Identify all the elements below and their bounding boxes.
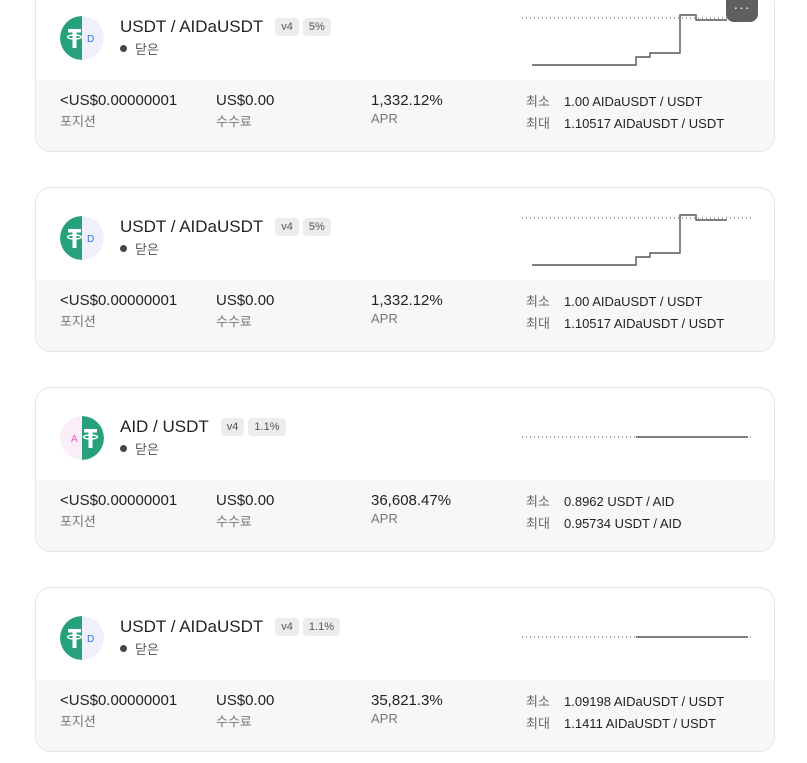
max-label: 최대 bbox=[526, 116, 550, 131]
pair-label: AID / USDT bbox=[120, 417, 209, 436]
version-badge: v4 bbox=[220, 418, 245, 436]
usdt-aidausdt-token-icon: D bbox=[60, 16, 104, 60]
apr-value: 35,821.3% bbox=[371, 692, 443, 709]
version-badge: v4 bbox=[275, 218, 299, 236]
fee-tier-badge: 1.1% bbox=[302, 618, 340, 636]
max-price: 최대 1.10517 AIDaUSDT / USDT bbox=[526, 113, 724, 132]
position-card[interactable]: D USDT / AIDaUSDT v4 5% 닫은 ··· <US$0.000… bbox=[35, 0, 775, 152]
status-label: 닫은 bbox=[135, 642, 159, 657]
min-value: 1.09198 AIDaUSDT / USDT bbox=[564, 694, 725, 709]
position-card[interactable]: A AID / USDT v4 1.1% 닫은 <US$0.00000001 포… bbox=[35, 387, 775, 552]
price-range-chart bbox=[522, 14, 752, 66]
min-label: 최소 bbox=[526, 294, 550, 309]
fee-tier-badge: 1.1% bbox=[248, 418, 286, 436]
fees-label: 수수료 bbox=[216, 114, 252, 129]
status-indicator: 닫은 bbox=[120, 439, 159, 458]
min-label: 최소 bbox=[526, 694, 550, 709]
price-range-chart bbox=[522, 636, 752, 638]
status-label: 닫은 bbox=[135, 242, 159, 257]
apr-label: APR bbox=[371, 711, 398, 726]
status-dot-icon bbox=[120, 445, 127, 452]
pair-name: USDT / AIDaUSDT v4 5% bbox=[120, 217, 331, 237]
pair-name: USDT / AIDaUSDT v4 5% bbox=[120, 17, 331, 37]
svg-text:A: A bbox=[71, 434, 78, 445]
fee-tier-badge: 5% bbox=[302, 18, 331, 36]
max-label: 최대 bbox=[526, 716, 550, 731]
status-indicator: 닫은 bbox=[120, 639, 159, 658]
pair-name: USDT / AIDaUSDT v4 1.1% bbox=[120, 617, 340, 637]
usdt-aidausdt-token-icon: D bbox=[60, 616, 104, 660]
status-dot-icon bbox=[120, 245, 127, 252]
price-range-chart bbox=[522, 214, 752, 266]
svg-text:D: D bbox=[87, 234, 94, 245]
more-options-button[interactable]: ··· bbox=[726, 0, 758, 22]
apr-label: APR bbox=[371, 311, 398, 326]
version-badge: v4 bbox=[275, 618, 299, 636]
version-badge: v4 bbox=[275, 18, 299, 36]
fee-tier-badge: 5% bbox=[302, 218, 331, 236]
max-value: 1.10517 AIDaUSDT / USDT bbox=[564, 116, 725, 131]
fees-value: US$0.00 bbox=[216, 92, 275, 109]
position-value: <US$0.00000001 bbox=[60, 92, 178, 109]
fees-label: 수수료 bbox=[216, 714, 252, 729]
status-indicator: 닫은 bbox=[120, 239, 159, 258]
position-value: <US$0.00000001 bbox=[60, 692, 178, 709]
status-dot-icon bbox=[120, 645, 127, 652]
apr-label: APR bbox=[371, 511, 398, 526]
apr-value: 1,332.12% bbox=[371, 92, 443, 109]
status-indicator: 닫은 bbox=[120, 39, 159, 58]
max-price: 최대 1.10517 AIDaUSDT / USDT bbox=[526, 313, 724, 332]
max-value: 0.95734 USDT / AID bbox=[564, 516, 682, 531]
position-value-label: 포지션 bbox=[60, 514, 96, 529]
apr-value: 1,332.12% bbox=[371, 292, 443, 309]
max-value: 1.10517 AIDaUSDT / USDT bbox=[564, 316, 725, 331]
min-price: 최소 1.00 AIDaUSDT / USDT bbox=[526, 291, 702, 310]
min-price: 최소 0.8962 USDT / AID bbox=[526, 491, 674, 510]
max-value: 1.1411 AIDaUSDT / USDT bbox=[564, 716, 716, 731]
pair-label: USDT / AIDaUSDT bbox=[120, 17, 264, 36]
fees-label: 수수료 bbox=[216, 514, 252, 529]
max-label: 최대 bbox=[526, 316, 550, 331]
min-value: 1.00 AIDaUSDT / USDT bbox=[564, 94, 703, 109]
status-dot-icon bbox=[120, 45, 127, 52]
position-value: <US$0.00000001 bbox=[60, 492, 178, 509]
max-price: 최대 1.1411 AIDaUSDT / USDT bbox=[526, 713, 716, 732]
fees-label: 수수료 bbox=[216, 314, 252, 329]
fees-value: US$0.00 bbox=[216, 692, 275, 709]
aid-usdt-token-icon: A bbox=[60, 416, 104, 460]
max-label: 최대 bbox=[526, 516, 550, 531]
price-range-chart bbox=[522, 436, 752, 438]
status-label: 닫은 bbox=[135, 442, 159, 457]
min-label: 최소 bbox=[526, 494, 550, 509]
pair-name: AID / USDT v4 1.1% bbox=[120, 417, 286, 437]
position-value-label: 포지션 bbox=[60, 314, 96, 329]
apr-value: 36,608.47% bbox=[371, 492, 452, 509]
apr-label: APR bbox=[371, 111, 398, 126]
min-value: 1.00 AIDaUSDT / USDT bbox=[564, 294, 703, 309]
min-price: 최소 1.09198 AIDaUSDT / USDT bbox=[526, 691, 724, 710]
fees-value: US$0.00 bbox=[216, 492, 275, 509]
min-label: 최소 bbox=[526, 94, 550, 109]
fees-value: US$0.00 bbox=[216, 292, 275, 309]
position-card[interactable]: D USDT / AIDaUSDT v4 1.1% 닫은 <US$0.00000… bbox=[35, 587, 775, 752]
pair-label: USDT / AIDaUSDT bbox=[120, 617, 264, 636]
max-price: 최대 0.95734 USDT / AID bbox=[526, 513, 682, 532]
position-value-label: 포지션 bbox=[60, 714, 96, 729]
svg-text:D: D bbox=[87, 634, 94, 645]
position-value: <US$0.00000001 bbox=[60, 292, 178, 309]
min-value: 0.8962 USDT / AID bbox=[564, 494, 675, 509]
status-label: 닫은 bbox=[135, 42, 159, 57]
pair-label: USDT / AIDaUSDT bbox=[120, 217, 264, 236]
position-value-label: 포지션 bbox=[60, 114, 96, 129]
svg-text:D: D bbox=[87, 34, 94, 45]
position-card[interactable]: D USDT / AIDaUSDT v4 5% 닫은 <US$0.0000000… bbox=[35, 187, 775, 352]
min-price: 최소 1.00 AIDaUSDT / USDT bbox=[526, 91, 702, 110]
usdt-aidausdt-token-icon: D bbox=[60, 216, 104, 260]
